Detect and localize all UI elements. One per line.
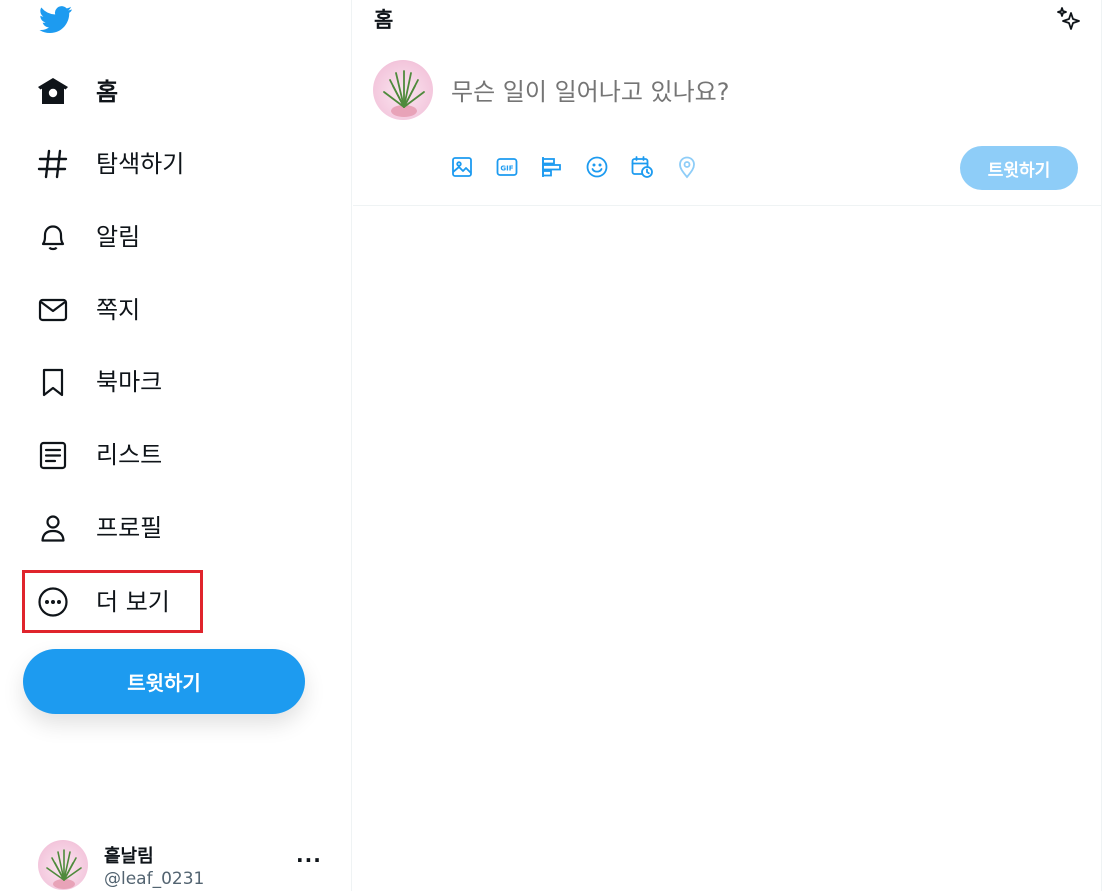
gif-icon[interactable]: GIF (495, 155, 519, 179)
twitter-logo-icon[interactable] (37, 3, 75, 36)
schedule-icon[interactable] (630, 155, 654, 179)
sidebar-item-lists[interactable]: 리스트 (22, 425, 162, 485)
account-switcher[interactable]: 흩날림 @leaf_0231 ··· (38, 836, 338, 891)
sidebar-item-notifications[interactable]: 알림 (22, 207, 140, 267)
bell-icon (36, 220, 70, 254)
list-icon (36, 438, 70, 472)
hashtag-icon (36, 147, 70, 181)
location-icon[interactable] (675, 155, 699, 179)
sidebar-item-profile[interactable]: 프로필 (22, 498, 162, 558)
sidebar-item-label: 더 보기 (96, 588, 170, 616)
sidebar-item-label: 리스트 (96, 441, 163, 469)
avatar[interactable] (373, 60, 433, 120)
plant-icon (383, 70, 425, 117)
main-timeline: 홈 GIF 트윗하기 (353, 0, 1102, 891)
image-icon[interactable] (450, 155, 474, 179)
tweet-button[interactable]: 트윗하기 (23, 649, 305, 714)
page-title: 홈 (374, 8, 394, 32)
person-icon (36, 511, 70, 545)
sidebar-item-label: 탐색하기 (96, 150, 185, 178)
home-icon (36, 75, 70, 109)
sidebar-item-bookmarks[interactable]: 북마크 (22, 352, 162, 412)
sidebar-item-more[interactable]: 더 보기 (22, 572, 170, 632)
sidebar-item-label: 홈 (96, 78, 119, 106)
svg-text:GIF: GIF (500, 165, 513, 173)
account-handle: @leaf_0231 (104, 869, 205, 889)
account-name: 흩날림 (104, 846, 154, 867)
sidebar-item-label: 프로필 (96, 514, 163, 542)
sidebar-item-label: 알림 (96, 223, 141, 251)
plant-icon (46, 849, 82, 889)
sidebar-item-label: 북마크 (96, 368, 163, 396)
sidebar-item-explore[interactable]: 탐색하기 (22, 134, 184, 194)
sidebar: 홈 탐색하기 알림 쪽지 북마크 리스트 프로필 더 보기 트윗하기 흩날림 @… (0, 0, 352, 891)
sidebar-item-messages[interactable]: 쪽지 (22, 280, 140, 340)
poll-icon[interactable] (540, 155, 564, 179)
more-options-icon[interactable]: ··· (296, 848, 322, 872)
sidebar-item-label: 쪽지 (96, 296, 141, 324)
sparkle-icon[interactable] (1056, 5, 1084, 33)
envelope-icon (36, 293, 70, 327)
avatar (38, 840, 88, 890)
sidebar-item-home[interactable]: 홈 (22, 62, 118, 122)
more-circle-icon (36, 585, 70, 619)
divider (353, 205, 1102, 206)
bookmark-icon (36, 365, 70, 399)
compose-tweet-button[interactable]: 트윗하기 (960, 146, 1078, 190)
emoji-icon[interactable] (585, 155, 609, 179)
tweet-compose-input[interactable] (451, 78, 1011, 106)
